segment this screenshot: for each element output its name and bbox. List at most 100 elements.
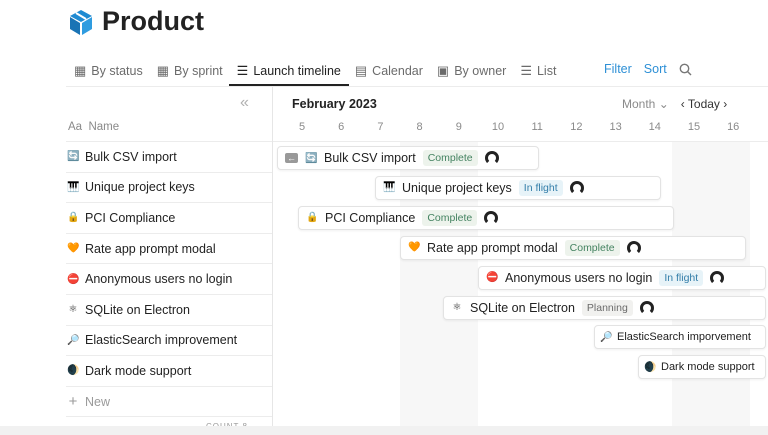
list-item[interactable]: 🔎 ElasticSearch improvement — [66, 324, 272, 356]
list-item[interactable]: 🧡 Rate app prompt modal — [66, 232, 272, 264]
item-icon: 🔄 — [67, 151, 80, 163]
item-icon: 🔄 — [305, 152, 318, 164]
item-icon: ⚛ — [68, 304, 78, 316]
tab-label: Calendar — [372, 64, 423, 78]
item-name: Anonymous users no login — [85, 272, 233, 287]
view-label: Month — [622, 97, 656, 111]
page-title: Product — [68, 6, 204, 37]
bar-name: PCI Compliance — [325, 210, 416, 225]
status-badge: Complete — [422, 209, 478, 226]
item-icon: ⛔ — [486, 272, 499, 284]
name-header-label: Name — [88, 121, 120, 133]
bar-name: SQLite on Electron — [470, 300, 575, 315]
bar-name: Dark mode support — [661, 361, 755, 374]
item-icon: 🧡 — [408, 242, 421, 254]
bar-name: Unique project keys — [402, 180, 512, 195]
item-name: ElasticSearch improvement — [85, 333, 238, 348]
timeline-bar[interactable]: 🌒 Dark mode support — [638, 355, 766, 380]
bar-name: Bulk CSV import — [324, 151, 416, 165]
list-item[interactable]: ⚛ SQLite on Electron — [66, 294, 272, 325]
day-label: 8 — [416, 121, 423, 133]
item-name: Bulk CSV import — [85, 149, 177, 164]
tab-by-sprint[interactable]: ▦ By sprint — [157, 60, 223, 82]
avatar — [569, 180, 584, 195]
view-tabs: ▦ By status ▦ By sprint ☰ Launch timeline ▤ Cal… — [74, 60, 556, 86]
day-label: 13 — [609, 121, 622, 133]
status-badge: Complete — [422, 150, 478, 166]
avatar — [710, 270, 725, 285]
item-icon: 🌒 — [67, 365, 80, 377]
next-icon[interactable]: › — [723, 97, 727, 111]
status-badge: In flight — [518, 179, 563, 196]
list-item[interactable]: 🔒 PCI Compliance — [66, 202, 272, 233]
day-label: 6 — [338, 121, 345, 133]
item-name: SQLite on Electron — [85, 302, 190, 317]
cube-icon — [70, 9, 92, 35]
item-icon: 🔒 — [306, 212, 319, 224]
text-type-icon: Aa — [68, 121, 83, 133]
timeline-pane — [273, 87, 768, 435]
item-icon: 🔒 — [67, 212, 80, 224]
new-label: New — [85, 394, 111, 409]
prev-icon[interactable]: ‹ — [681, 97, 685, 111]
timeline-bar[interactable]: ← 🔄 Bulk CSV import Complete — [277, 146, 539, 170]
tab-by-status[interactable]: ▦ By status — [74, 60, 143, 82]
day-label: 14 — [648, 121, 661, 133]
bar-name: Rate app prompt modal — [427, 240, 558, 255]
list-item[interactable]: 🔄 Bulk CSV import — [66, 141, 272, 172]
item-name: Unique project keys — [85, 180, 195, 195]
tab-calendar[interactable]: ▤ Calendar — [355, 60, 423, 82]
day-label: 9 — [455, 121, 462, 133]
chevron-down-icon: ⌄ — [658, 97, 669, 111]
sort-button[interactable]: Sort — [644, 62, 667, 76]
status-badge: In flight — [659, 269, 704, 286]
arrow-left-icon[interactable]: ← — [285, 153, 298, 163]
page-title-text: Product — [102, 6, 205, 36]
day-label: 10 — [491, 121, 505, 133]
list-item[interactable]: 🎹 Unique project keys — [66, 171, 272, 203]
tab-label: By owner — [454, 64, 507, 78]
timeline-bar[interactable]: ⚛ SQLite on Electron Planning — [443, 295, 766, 320]
item-icon: 🎹 — [383, 182, 396, 194]
tab-list[interactable]: ☰ List — [520, 60, 556, 82]
timeline-bar[interactable]: 🔎 ElasticSearch imporvement — [594, 325, 766, 350]
search-icon[interactable] — [679, 63, 692, 76]
list-item[interactable]: ⛔ Anonymous users no login — [66, 263, 272, 294]
timeline-bar[interactable]: 🔒 PCI Compliance Complete — [298, 205, 674, 230]
tab-launch-timeline[interactable]: ☰ Launch timeline — [228, 60, 350, 86]
plus-icon: + — [68, 393, 78, 411]
collapse-icon[interactable]: « — [240, 94, 249, 112]
tab-label: List — [536, 64, 557, 78]
timeline-bar[interactable]: ⛔ Anonymous users no login In flight — [478, 265, 766, 290]
item-icon: ⛔ — [67, 273, 80, 285]
new-item-button[interactable]: + New — [66, 386, 272, 417]
table-icon: ▦ — [156, 63, 170, 78]
avatar — [626, 240, 641, 255]
bottom-bar — [0, 426, 768, 435]
list-item[interactable]: 🌒 Dark mode support — [66, 355, 272, 386]
item-icon: 🔎 — [67, 334, 80, 346]
item-name: Dark mode support — [85, 363, 192, 378]
item-icon: 🎹 — [67, 181, 80, 193]
item-icon: 🔎 — [600, 331, 613, 343]
tab-label: By sprint — [174, 64, 223, 78]
timeline-bar[interactable]: 🎹 Unique project keys In flight — [375, 175, 661, 200]
today-button[interactable]: Today — [688, 97, 720, 111]
name-column-header[interactable]: Aa Name — [68, 121, 119, 133]
item-icon: 🧡 — [67, 243, 80, 255]
item-icon: ⚛ — [452, 302, 462, 313]
status-badge: Complete — [564, 239, 620, 256]
table-icon: ▦ — [74, 63, 87, 78]
avatar — [484, 210, 499, 225]
list-icon: ☰ — [520, 63, 532, 78]
day-label: 16 — [727, 121, 740, 133]
timeline-bar[interactable]: 🧡 Rate app prompt modal Complete — [400, 235, 746, 260]
filter-button[interactable]: Filter — [604, 62, 632, 76]
day-label: 7 — [377, 121, 384, 133]
day-label: 11 — [531, 121, 543, 133]
item-name: PCI Compliance — [85, 210, 176, 225]
view-select[interactable]: Month ⌄ — [622, 97, 669, 111]
tab-by-owner[interactable]: ▣ By owner — [437, 60, 506, 82]
day-label: 15 — [687, 121, 701, 133]
tab-label: Launch timeline — [253, 64, 341, 78]
